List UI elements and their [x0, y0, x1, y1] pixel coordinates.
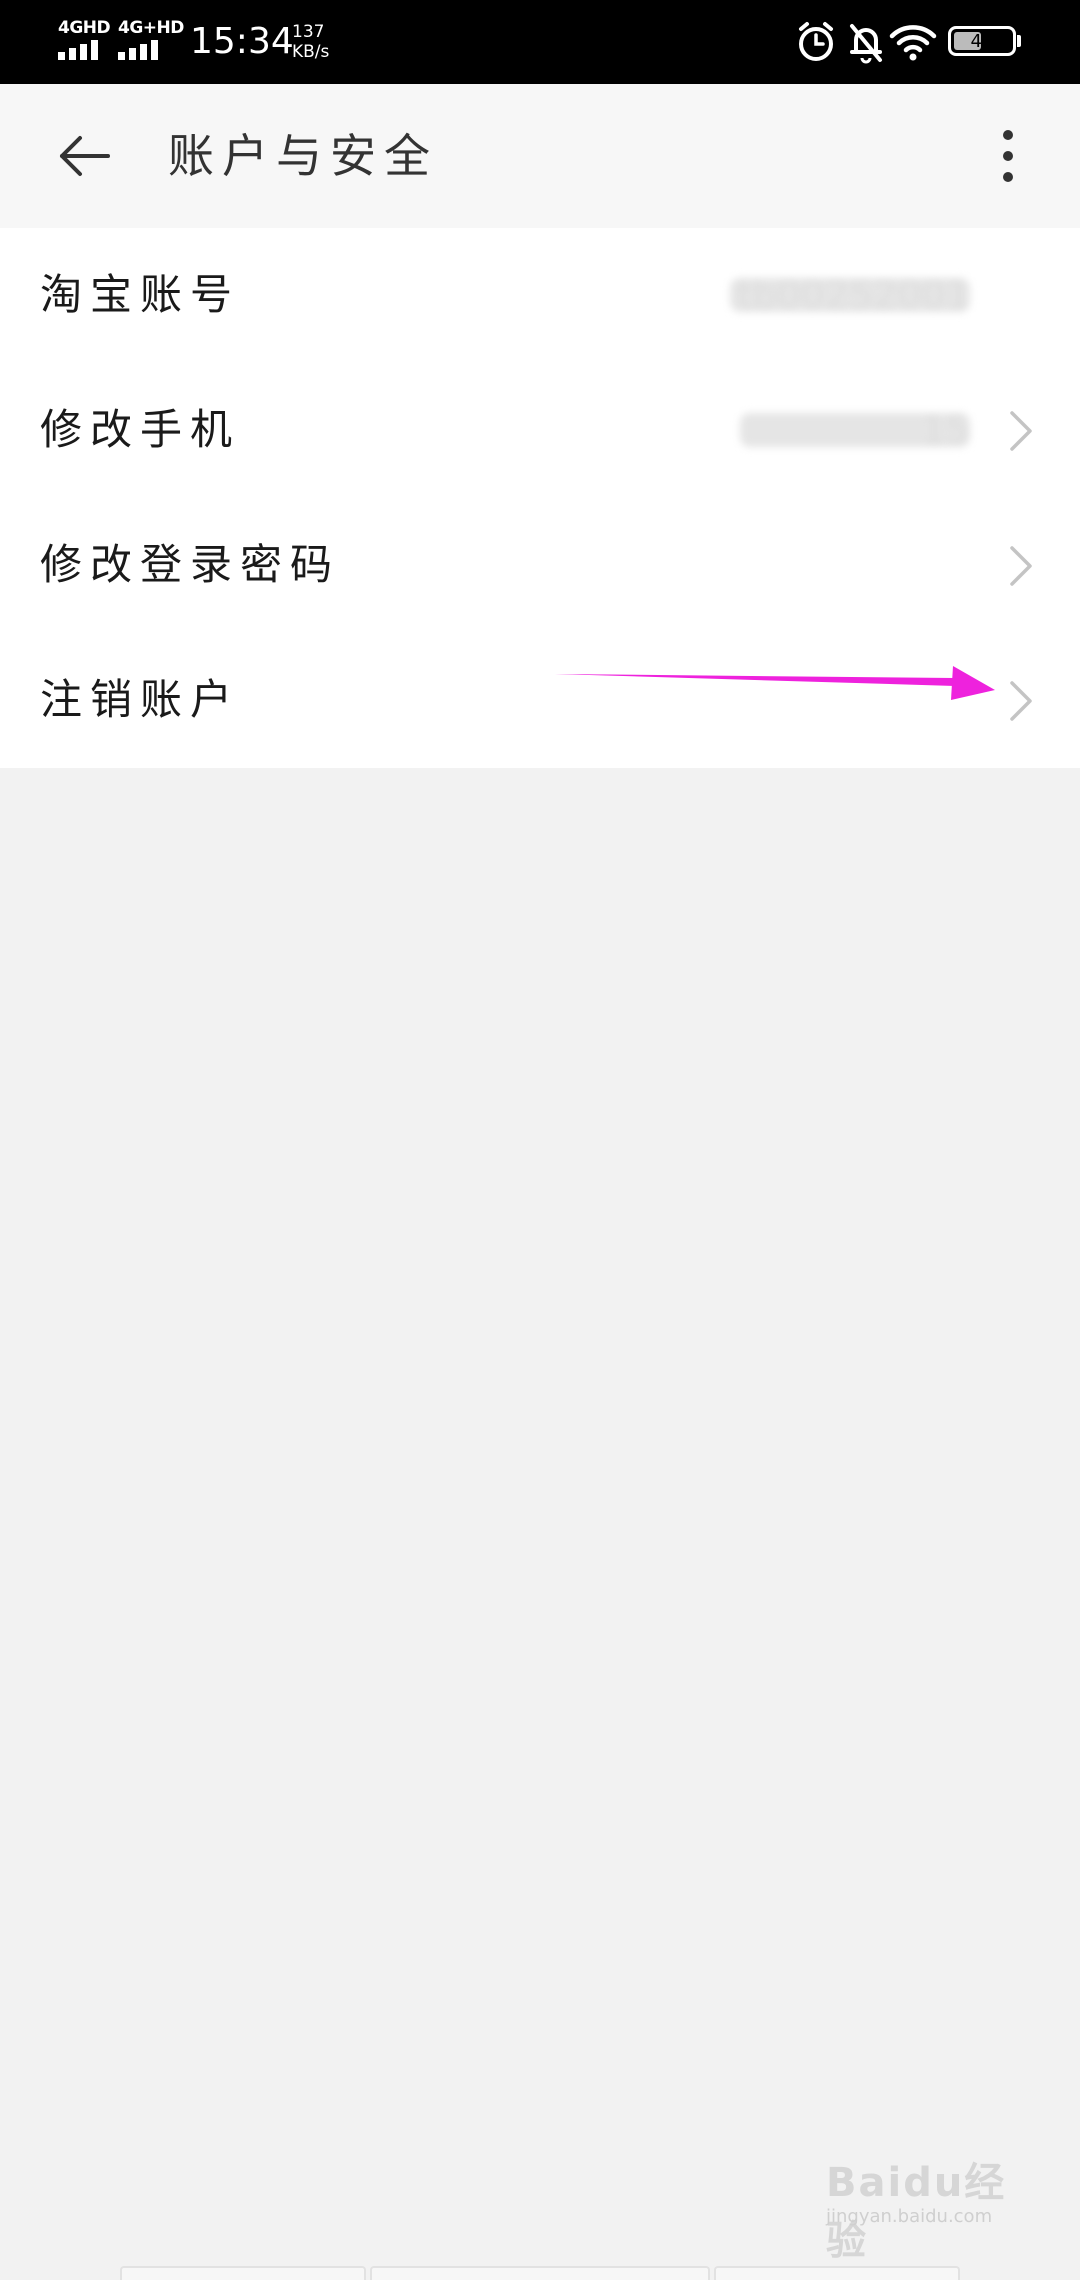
list-item-taobao-account[interactable]: 淘宝账号 tb00252001: [0, 228, 1080, 363]
baidu-watermark: Baidu经验 jingyan.baidu.com: [826, 2150, 1026, 2264]
back-arrow-icon[interactable]: [50, 126, 120, 186]
list-item-value: tb00252001: [730, 272, 970, 318]
list-item-value: 15: [740, 407, 970, 453]
network-speed: 137 KB/s: [292, 22, 329, 62]
chevron-right-icon: [1010, 546, 1032, 586]
wifi-icon: [889, 25, 937, 61]
bell-muted-icon: [850, 24, 882, 64]
sim1-signal: 4GHD: [58, 18, 111, 60]
bottom-edge: [0, 2266, 1080, 2280]
battery-tip: [1017, 35, 1021, 47]
chevron-right-icon: [1010, 411, 1032, 451]
chevron-right-icon: [1010, 681, 1032, 721]
list-item-change-password[interactable]: 修改登录密码: [0, 498, 1080, 633]
list-item-change-phone[interactable]: 修改手机 15: [0, 363, 1080, 498]
battery-level: 49: [970, 30, 994, 52]
sim2-label: 4G+HD: [118, 18, 184, 38]
battery-icon: 49: [948, 26, 1016, 56]
network-speed-unit: KB/s: [292, 42, 330, 62]
signal-icon: [58, 40, 98, 60]
more-vertical-icon[interactable]: [990, 124, 1026, 188]
list-item-delete-account[interactable]: 注销账户: [0, 633, 1080, 768]
list-item-label: 注销账户: [40, 675, 241, 724]
list-item-label: 修改登录密码: [40, 540, 341, 589]
sim2-signal: 4G+HD: [118, 18, 184, 60]
list-item-label: 修改手机: [40, 405, 241, 454]
watermark-url: jingyan.baidu.com: [826, 2206, 993, 2227]
sim1-label: 4GHD: [58, 18, 111, 38]
signal-icon: [118, 40, 158, 60]
network-speed-value: 137: [292, 22, 325, 42]
clock: 15:34: [190, 21, 294, 62]
app-header: 账户与安全: [0, 84, 1080, 228]
annotation-arrow-icon: [555, 666, 995, 700]
status-bar: 4GHD 4G+HD 15:34 137 KB/s 49: [0, 0, 1080, 84]
alarm-icon: [799, 22, 833, 61]
list-item-label: 淘宝账号: [40, 270, 241, 319]
page-title: 账户与安全: [168, 129, 438, 183]
